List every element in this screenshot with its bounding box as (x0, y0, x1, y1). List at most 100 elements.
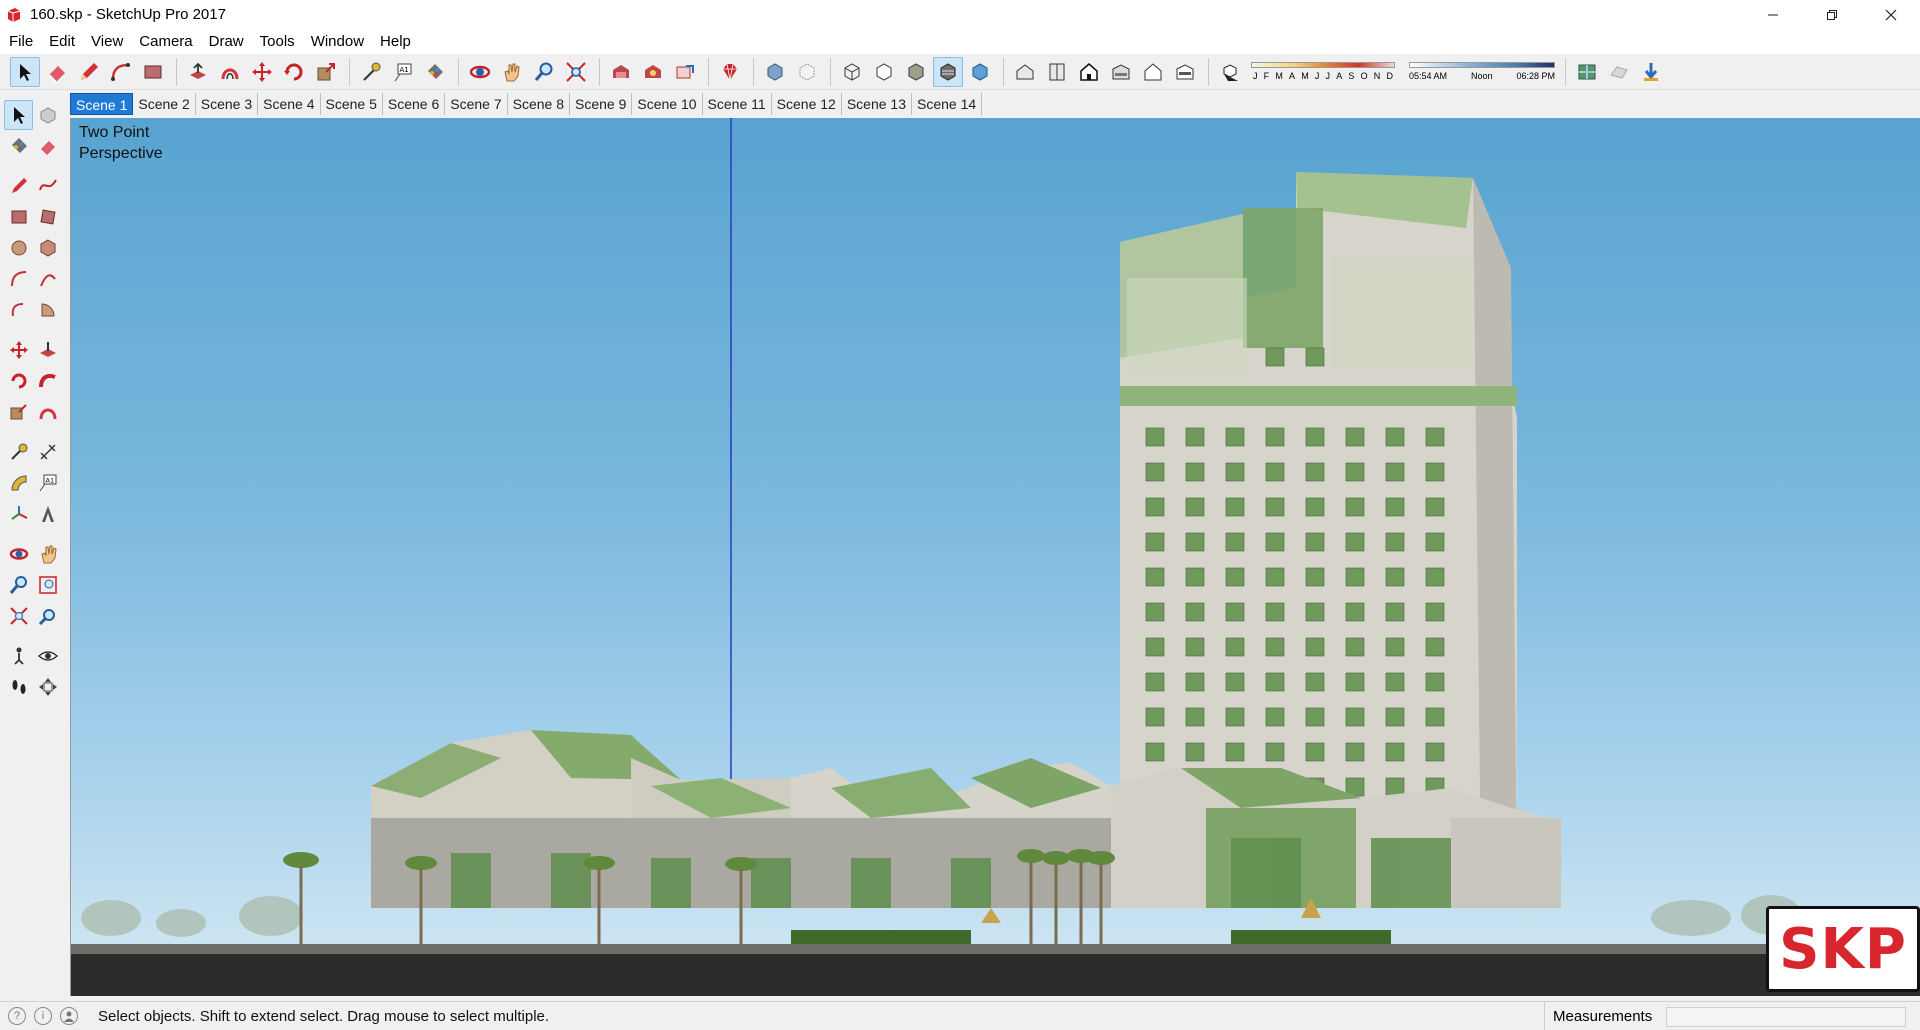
menu-window[interactable]: Window (303, 29, 372, 54)
tab-scene-7[interactable]: Scene 7 (445, 92, 508, 115)
make-component-tool[interactable] (33, 100, 62, 130)
rotated-rectangle-tool[interactable] (33, 202, 62, 232)
shadows-toggle-button[interactable] (1215, 57, 1245, 87)
orbit-tool[interactable] (4, 539, 33, 569)
zoom-extents-tool-button[interactable] (561, 57, 591, 87)
tab-scene-4[interactable]: Scene 4 (258, 92, 321, 115)
tab-scene-14[interactable]: Scene 14 (912, 92, 983, 115)
restore-button[interactable] (1802, 0, 1861, 29)
line-tool-button[interactable] (74, 57, 104, 87)
photo-texture-button[interactable] (1636, 57, 1666, 87)
move-tool[interactable] (4, 335, 33, 365)
zoom-tool-button[interactable] (529, 57, 559, 87)
text-tool-button[interactable]: A1 (388, 57, 418, 87)
offset-tool-button[interactable] (215, 57, 245, 87)
shaded-style-button[interactable] (901, 57, 931, 87)
tab-scene-9[interactable]: Scene 9 (570, 92, 633, 115)
eraser-tool-button[interactable] (42, 57, 72, 87)
tab-scene-5[interactable]: Scene 5 (321, 92, 383, 115)
axes-tool[interactable] (4, 499, 33, 529)
shaded-textures-style-button[interactable] (933, 56, 963, 87)
shadow-time-slider[interactable]: 05:54 AM Noon 06:28 PM (1409, 56, 1555, 88)
tab-scene-3[interactable]: Scene 3 (196, 92, 259, 115)
protractor-tool[interactable] (4, 468, 33, 498)
look-around-tool[interactable] (33, 641, 62, 671)
paint-bucket-tool-button[interactable] (420, 57, 450, 87)
zoom-tool[interactable] (4, 570, 33, 600)
text-tool[interactable]: A1 (33, 468, 62, 498)
polygon-tool[interactable] (33, 233, 62, 263)
tab-scene-10[interactable]: Scene 10 (632, 92, 703, 115)
right-view-button[interactable] (1106, 57, 1136, 87)
iso-view-button[interactable] (1010, 57, 1040, 87)
xray-style-button[interactable] (760, 57, 790, 87)
add-location-button[interactable] (1572, 57, 1602, 87)
menu-tools[interactable]: Tools (252, 29, 303, 54)
orbit-tool-button[interactable] (465, 57, 495, 87)
offset-tool[interactable] (33, 397, 62, 427)
rectangle-tool-button[interactable] (138, 57, 168, 87)
tab-scene-6[interactable]: Scene 6 (383, 92, 446, 115)
extension-warehouse-button[interactable] (715, 57, 745, 87)
tape-measure-tool-button[interactable] (356, 57, 386, 87)
push-pull-tool[interactable] (33, 335, 62, 365)
push-pull-tool-button[interactable] (183, 57, 213, 87)
pie-tool[interactable] (33, 295, 62, 325)
arc-tool-button[interactable] (106, 57, 136, 87)
paint-bucket-tool[interactable] (4, 131, 33, 161)
model-viewport[interactable]: Two Point Perspective SKP (70, 118, 1920, 996)
scale-tool-button[interactable] (311, 57, 341, 87)
zoom-extents-tool[interactable] (4, 601, 33, 631)
minimize-button[interactable] (1743, 0, 1802, 29)
scale-tool[interactable] (4, 397, 33, 427)
two-point-arc-tool[interactable] (33, 264, 62, 294)
left-view-button[interactable] (1170, 57, 1200, 87)
rectangle-tool[interactable] (4, 202, 33, 232)
freehand-tool[interactable] (33, 171, 62, 201)
move-tool-button[interactable] (247, 57, 277, 87)
line-tool[interactable] (4, 171, 33, 201)
get-models-button[interactable] (606, 57, 636, 87)
previous-view-tool[interactable] (33, 601, 62, 631)
top-view-button[interactable] (1042, 57, 1072, 87)
menu-view[interactable]: View (83, 29, 131, 54)
tab-scene-2[interactable]: Scene 2 (133, 92, 196, 115)
menu-help[interactable]: Help (372, 29, 419, 54)
tab-scene-12[interactable]: Scene 12 (772, 92, 842, 115)
3d-text-tool[interactable] (33, 499, 62, 529)
position-camera-tool[interactable] (4, 641, 33, 671)
tab-scene-11[interactable]: Scene 11 (703, 92, 772, 115)
select-tool[interactable] (4, 100, 33, 130)
eraser-tool[interactable] (33, 131, 62, 161)
select-tool-button[interactable] (10, 56, 40, 87)
measurements-input[interactable] (1666, 1007, 1906, 1027)
hidden-line-style-button[interactable] (869, 57, 899, 87)
credits-info-icon[interactable]: i (34, 1007, 52, 1025)
share-component-button[interactable] (670, 57, 700, 87)
toggle-terrain-button[interactable] (1604, 57, 1634, 87)
pan-tool-button[interactable] (497, 57, 527, 87)
pan-tool[interactable] (33, 539, 62, 569)
rotate-tool[interactable] (4, 366, 33, 396)
shadow-date-slider[interactable]: J F M A M J J A S O N D (1251, 56, 1395, 88)
tab-scene-1[interactable]: Scene 1 (70, 92, 134, 115)
front-view-button[interactable] (1074, 57, 1104, 87)
user-account-icon[interactable] (60, 1007, 78, 1025)
walk-tool[interactable] (4, 672, 33, 702)
three-point-arc-tool[interactable] (4, 295, 33, 325)
close-button[interactable] (1861, 0, 1920, 29)
tape-measure-tool[interactable] (4, 437, 33, 467)
tab-scene-8[interactable]: Scene 8 (508, 92, 570, 115)
arc-tool[interactable] (4, 264, 33, 294)
monochrome-style-button[interactable] (965, 57, 995, 87)
circle-tool[interactable] (4, 233, 33, 263)
back-view-button[interactable] (1138, 57, 1168, 87)
zoom-window-tool[interactable] (33, 570, 62, 600)
wireframe-style-button[interactable] (837, 57, 867, 87)
menu-draw[interactable]: Draw (201, 29, 252, 54)
follow-me-tool[interactable] (33, 366, 62, 396)
share-model-button[interactable] (638, 57, 668, 87)
menu-file[interactable]: File (1, 29, 41, 54)
geo-location-icon[interactable]: ? (8, 1007, 26, 1025)
menu-edit[interactable]: Edit (41, 29, 83, 54)
